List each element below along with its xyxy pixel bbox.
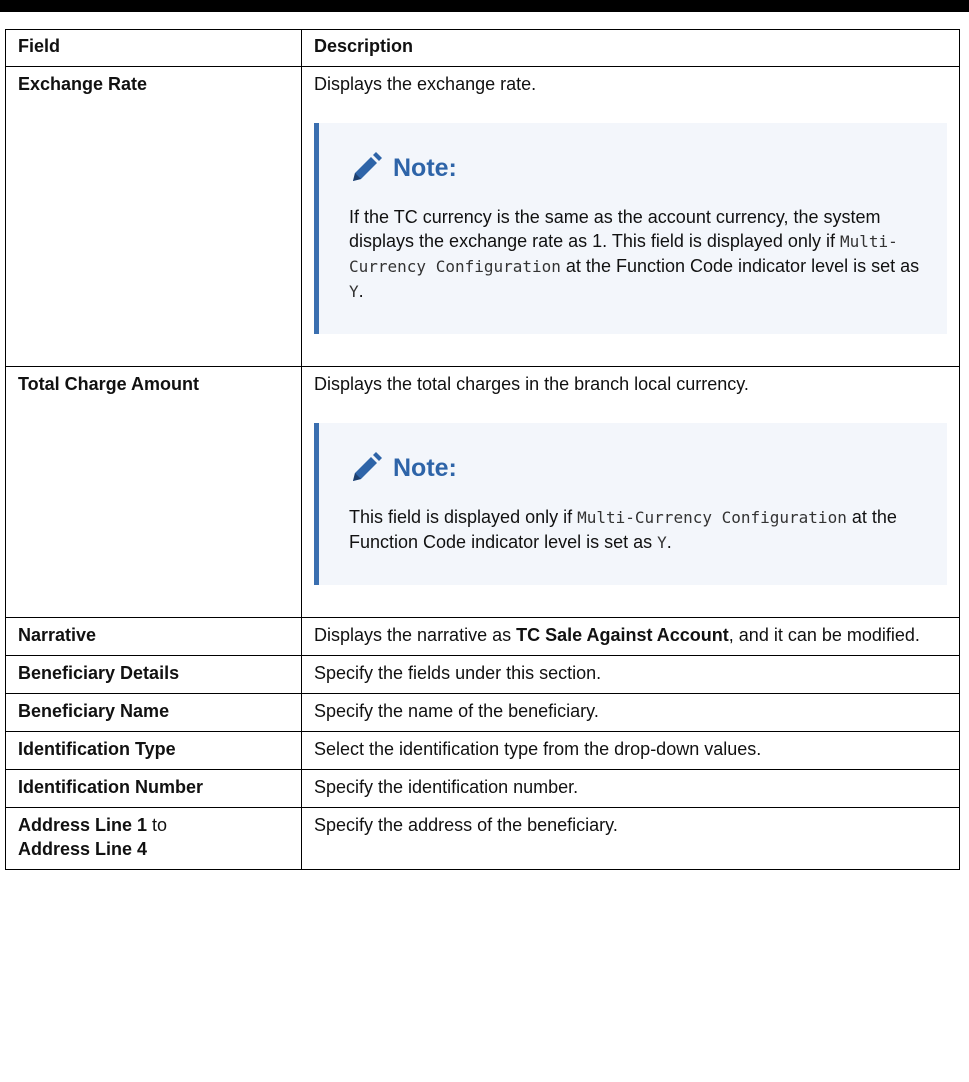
description-emphasis: TC Sale Against Account <box>516 625 729 645</box>
note-text: This field is displayed only if Multi-Cu… <box>349 505 927 555</box>
field-name: Total Charge Amount <box>5 366 302 618</box>
field-name: Beneficiary Name <box>5 693 302 732</box>
note-code: Y <box>349 282 359 301</box>
note-text: If the TC currency is the same as the ac… <box>349 205 927 304</box>
description-text: , and it can be modified. <box>728 625 920 645</box>
table-header-row: Field Description <box>5 29 960 67</box>
note-title: Note: <box>393 454 457 482</box>
description-text: Displays the narrative as <box>314 625 517 645</box>
top-rule <box>0 0 969 12</box>
field-name: Identification Number <box>5 769 302 808</box>
field-description: Displays the narrative as TC Sale Agains… <box>301 617 960 656</box>
header-description: Description <box>301 29 960 67</box>
table-row: Beneficiary Details Specify the fields u… <box>5 655 960 694</box>
note-title: Note: <box>393 154 457 182</box>
field-description: Specify the name of the beneficiary. <box>301 693 960 732</box>
note-box: Note: If the TC currency is the same as … <box>314 123 947 334</box>
field-name: Narrative <box>5 617 302 656</box>
note-code: Y <box>657 533 667 552</box>
note-text-part: . <box>666 532 672 552</box>
field-name: Beneficiary Details <box>5 655 302 694</box>
note-header: Note: <box>349 451 927 485</box>
table-row: Beneficiary Name Specify the name of the… <box>5 693 960 732</box>
field-description: Specify the identification number. <box>301 769 960 808</box>
field-name: Identification Type <box>5 731 302 770</box>
note-box: Note: This field is displayed only if Mu… <box>314 423 947 585</box>
field-description: Select the identification type from the … <box>301 731 960 770</box>
note-text-part: This field is displayed only if <box>349 507 578 527</box>
field-description: Specify the address of the beneficiary. <box>301 807 960 870</box>
field-name-part: Address Line 4 <box>18 839 148 859</box>
table-row: Total Charge Amount Displays the total c… <box>5 366 960 618</box>
table-row: Narrative Displays the narrative as TC S… <box>5 617 960 656</box>
field-name-part: Address Line 1 <box>18 815 148 835</box>
note-header: Note: <box>349 151 927 185</box>
header-field: Field <box>5 29 302 67</box>
field-description: Displays the exchange rate. Note: If the… <box>301 66 960 367</box>
description-text: Displays the exchange rate. <box>314 74 537 94</box>
note-text-part: at the Function Code indicator level is … <box>560 256 920 276</box>
table-row: Address Line 1 to Address Line 4 Specify … <box>5 807 960 870</box>
note-text-part: If the TC currency is the same as the ac… <box>349 207 881 251</box>
field-name: Address Line 1 to Address Line 4 <box>5 807 302 870</box>
description-text: Displays the total charges in the branch… <box>314 374 749 394</box>
field-name: Exchange Rate <box>5 66 302 367</box>
note-code: Multi-Currency Configuration <box>577 508 847 527</box>
field-name-connector: to <box>147 815 168 835</box>
field-description: Displays the total charges in the branch… <box>301 366 960 618</box>
pencil-icon <box>353 152 382 181</box>
table-row: Identification Number Specify the identi… <box>5 769 960 808</box>
table-row: Identification Type Select the identific… <box>5 731 960 770</box>
table-row: Exchange Rate Displays the exchange rate… <box>5 66 960 367</box>
note-text-part: . <box>358 281 364 301</box>
field-description-table: Field Description Exchange Rate Displays… <box>5 29 960 870</box>
pencil-icon <box>353 452 382 481</box>
field-description: Specify the fields under this section. <box>301 655 960 694</box>
